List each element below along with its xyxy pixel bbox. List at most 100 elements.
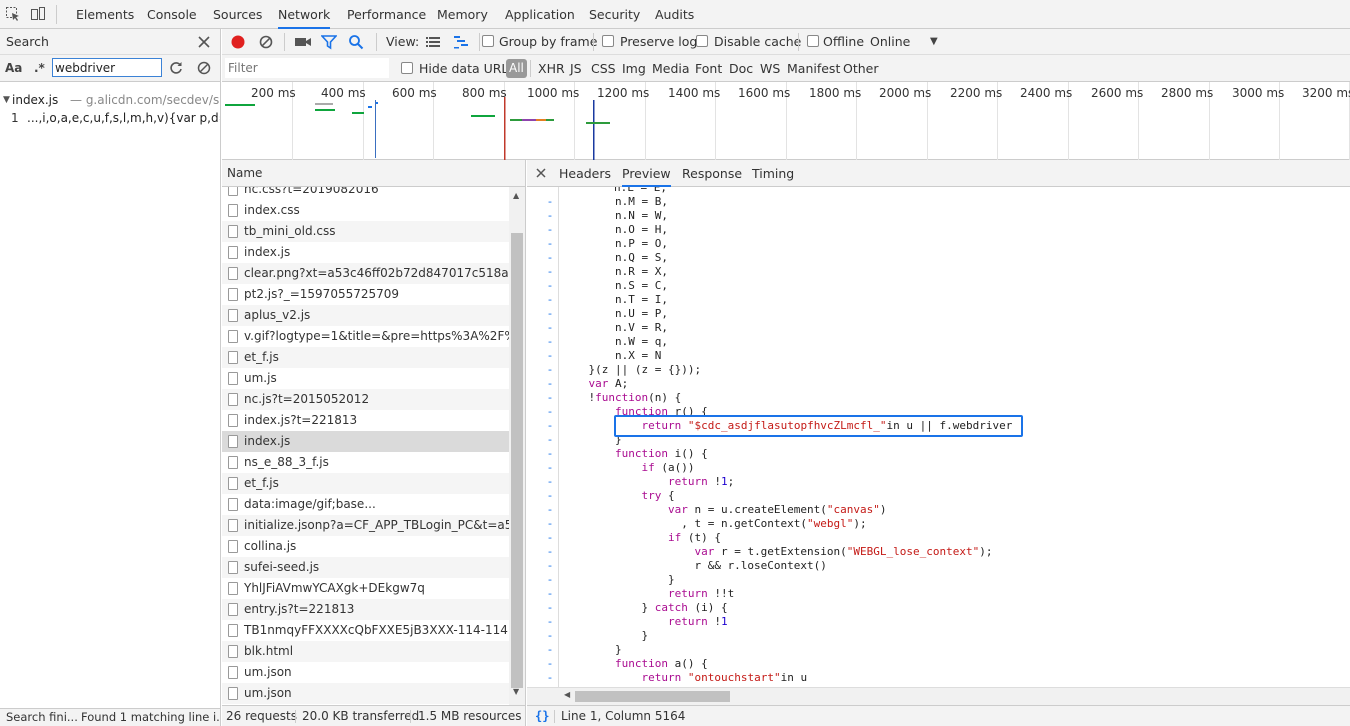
- gutter-marker: -: [548, 293, 552, 306]
- code-horizontal-scrollbar[interactable]: ◀: [527, 687, 1350, 705]
- filter-type-all[interactable]: All: [506, 59, 527, 78]
- filter-type-other[interactable]: Other: [843, 56, 879, 82]
- request-row[interactable]: initialize.jsonp?a=CF_APP_TBLogin_PC&t=a…: [222, 515, 509, 536]
- request-row[interactable]: data:image/gif;base...: [222, 494, 509, 515]
- request-row[interactable]: entry.js?t=221813: [222, 599, 509, 620]
- search-result-line[interactable]: 1 ...,i,o,a,e,c,u,f,s,l,m,h,v){var p,d=3…: [0, 109, 220, 127]
- close-icon[interactable]: [196, 34, 212, 50]
- tab-elements[interactable]: Elements: [76, 0, 134, 29]
- tab-audits[interactable]: Audits: [655, 0, 694, 29]
- request-row-selected[interactable]: index.js: [222, 431, 509, 452]
- request-row[interactable]: collina.js: [222, 536, 509, 557]
- request-row[interactable]: nc.css?t=2019082016: [222, 187, 509, 200]
- request-name: et_f.js: [244, 350, 279, 364]
- gutter-marker: -: [548, 587, 552, 600]
- preserve-log-checkbox[interactable]: [602, 35, 614, 47]
- tab-headers[interactable]: Headers: [559, 160, 611, 187]
- filter-type-manifest[interactable]: Manifest: [787, 56, 840, 82]
- search-result-file[interactable]: ▼ index.js — g.alicdn.com/secdev/sufei..…: [0, 91, 220, 109]
- screenshot-camera-icon[interactable]: [294, 34, 312, 50]
- regex-toggle[interactable]: .*: [34, 55, 45, 81]
- clear-search-icon[interactable]: [196, 60, 212, 76]
- hide-data-urls-checkbox[interactable]: [401, 62, 413, 74]
- gutter-marker: -: [548, 363, 552, 376]
- code-line: n.T = I,: [562, 293, 668, 306]
- request-row[interactable]: nc.js?t=2015052012: [222, 389, 509, 410]
- waterfall-view-icon[interactable]: [453, 34, 469, 50]
- group-by-frame-label: Group by frame: [499, 34, 598, 49]
- filter-icon[interactable]: [320, 34, 338, 50]
- request-row[interactable]: index.css: [222, 200, 509, 221]
- request-row[interactable]: blk.html: [222, 641, 509, 662]
- group-by-frame-checkbox[interactable]: [482, 35, 494, 47]
- request-row[interactable]: index.js?t=221813: [222, 410, 509, 431]
- code-preview[interactable]: n.L = E, -------------------------------…: [527, 187, 1350, 687]
- tab-sources[interactable]: Sources: [213, 0, 262, 29]
- tab-console[interactable]: Console: [147, 0, 197, 29]
- throttling-select[interactable]: Online: [870, 29, 910, 55]
- scroll-down-arrow-icon[interactable]: ▼: [513, 687, 519, 696]
- search-icon[interactable]: [348, 34, 364, 50]
- tab-security[interactable]: Security: [589, 0, 640, 29]
- clear-icon[interactable]: [258, 34, 274, 50]
- filter-type-doc[interactable]: Doc: [729, 56, 753, 82]
- offline-checkbox[interactable]: [807, 35, 819, 47]
- requests-scrollbar-thumb[interactable]: [511, 233, 523, 688]
- request-row[interactable]: YhlJFiAVmwYCAXgk+DEkgw7q: [222, 578, 509, 599]
- request-row[interactable]: et_f.js: [222, 347, 509, 368]
- gutter-marker: -: [548, 517, 552, 530]
- filter-type-xhr[interactable]: XHR: [538, 56, 565, 82]
- request-row[interactable]: et_f.js: [222, 473, 509, 494]
- scroll-up-arrow-icon[interactable]: ▲: [513, 191, 519, 200]
- search-input[interactable]: [52, 58, 162, 77]
- filter-type-ws[interactable]: WS: [760, 56, 780, 82]
- request-row[interactable]: tb_mini_old.css: [222, 221, 509, 242]
- file-icon: [228, 477, 238, 490]
- tab-timing[interactable]: Timing: [752, 160, 794, 187]
- code-scrollbar-thumb[interactable]: [575, 691, 730, 702]
- record-icon[interactable]: [230, 34, 246, 50]
- network-overview-timeline[interactable]: 200 ms 400 ms 600 ms 800 ms 1000 ms 1200…: [222, 82, 1350, 160]
- filter-type-media[interactable]: Media: [652, 56, 690, 82]
- code-line: n.V = R,: [562, 321, 668, 334]
- inspect-element-icon[interactable]: [5, 6, 21, 22]
- tab-memory[interactable]: Memory: [437, 0, 488, 29]
- pretty-print-icon[interactable]: {}: [535, 706, 549, 726]
- devtools-tab-bar: Elements Console Sources Network Perform…: [0, 0, 1350, 29]
- tab-response[interactable]: Response: [682, 160, 742, 187]
- request-row[interactable]: clear.png?xt=a53c46ff02b72d847017c518aea…: [222, 263, 509, 284]
- tab-preview[interactable]: Preview: [622, 160, 671, 187]
- request-name: aplus_v2.js: [244, 308, 311, 322]
- list-view-icon[interactable]: [425, 34, 441, 50]
- disable-cache-checkbox[interactable]: [696, 35, 708, 47]
- filter-type-css[interactable]: CSS: [591, 56, 616, 82]
- tab-network[interactable]: Network: [278, 0, 331, 29]
- refresh-icon[interactable]: [168, 60, 184, 76]
- tab-performance[interactable]: Performance: [347, 0, 426, 29]
- filter-type-font[interactable]: Font: [695, 56, 722, 82]
- filter-input[interactable]: [225, 58, 389, 78]
- request-row[interactable]: um.json: [222, 662, 509, 683]
- offline-label: Offline: [823, 34, 865, 49]
- request-row[interactable]: pt2.js?_=1597055725709: [222, 284, 509, 305]
- request-row[interactable]: sufei-seed.js: [222, 557, 509, 578]
- request-row[interactable]: v.gif?logtype=1&title=&pre=https%3A%2F%2…: [222, 326, 509, 347]
- request-row[interactable]: TB1nmqyFFXXXXcQbFXXE5jB3XXX-114-114.png: [222, 620, 509, 641]
- filter-type-js[interactable]: JS: [570, 56, 582, 82]
- scroll-left-arrow-icon[interactable]: ◀: [564, 690, 570, 699]
- close-icon[interactable]: [535, 166, 547, 180]
- request-row[interactable]: aplus_v2.js: [222, 305, 509, 326]
- device-toolbar-icon[interactable]: [30, 6, 46, 22]
- match-case-toggle[interactable]: Aa: [5, 55, 22, 81]
- request-row[interactable]: index.js: [222, 242, 509, 263]
- tab-application[interactable]: Application: [505, 0, 575, 29]
- request-row[interactable]: ns_e_88_3_f.js: [222, 452, 509, 473]
- code-line: }: [562, 433, 622, 446]
- gutter-marker: -: [548, 237, 552, 250]
- column-header-name[interactable]: Name: [227, 160, 262, 187]
- file-icon: [228, 393, 238, 406]
- request-row[interactable]: um.js: [222, 368, 509, 389]
- chevron-down-icon[interactable]: ▼: [930, 29, 938, 55]
- request-row[interactable]: um.json: [222, 683, 509, 704]
- filter-type-img[interactable]: Img: [622, 56, 646, 82]
